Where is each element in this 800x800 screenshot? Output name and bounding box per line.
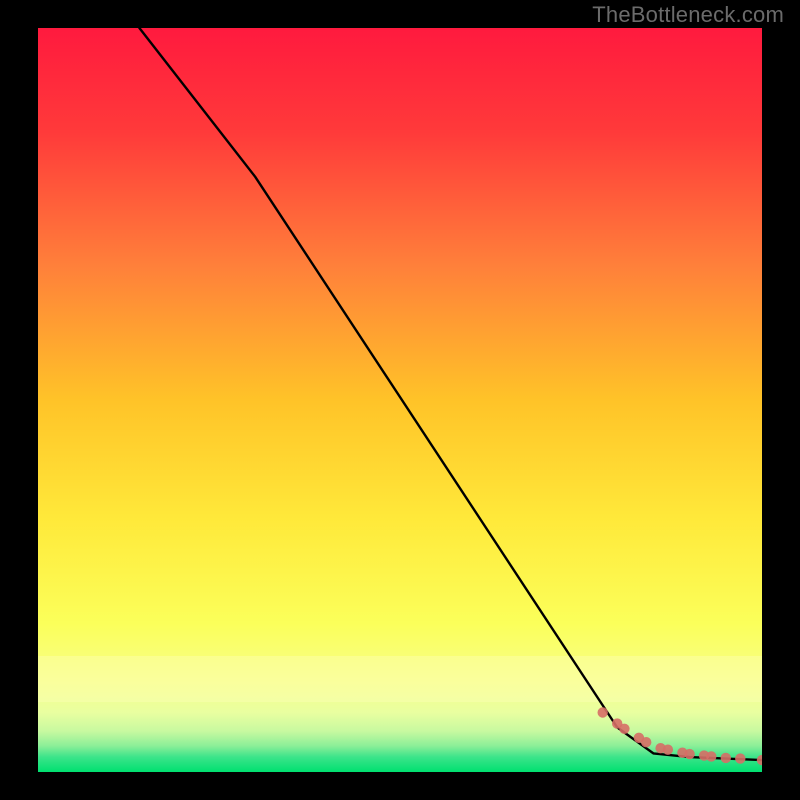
chart-svg [38, 28, 762, 772]
plot-area [38, 28, 762, 772]
data-point [735, 753, 745, 763]
data-point [619, 724, 629, 734]
chart-stage: TheBottleneck.com [0, 0, 800, 800]
data-point [598, 707, 608, 717]
data-point [721, 753, 731, 763]
data-point [641, 737, 651, 747]
data-point [706, 751, 716, 761]
data-point [663, 745, 673, 755]
watermark-text: TheBottleneck.com [592, 2, 784, 28]
pale-band [38, 656, 762, 702]
data-point [684, 749, 694, 759]
